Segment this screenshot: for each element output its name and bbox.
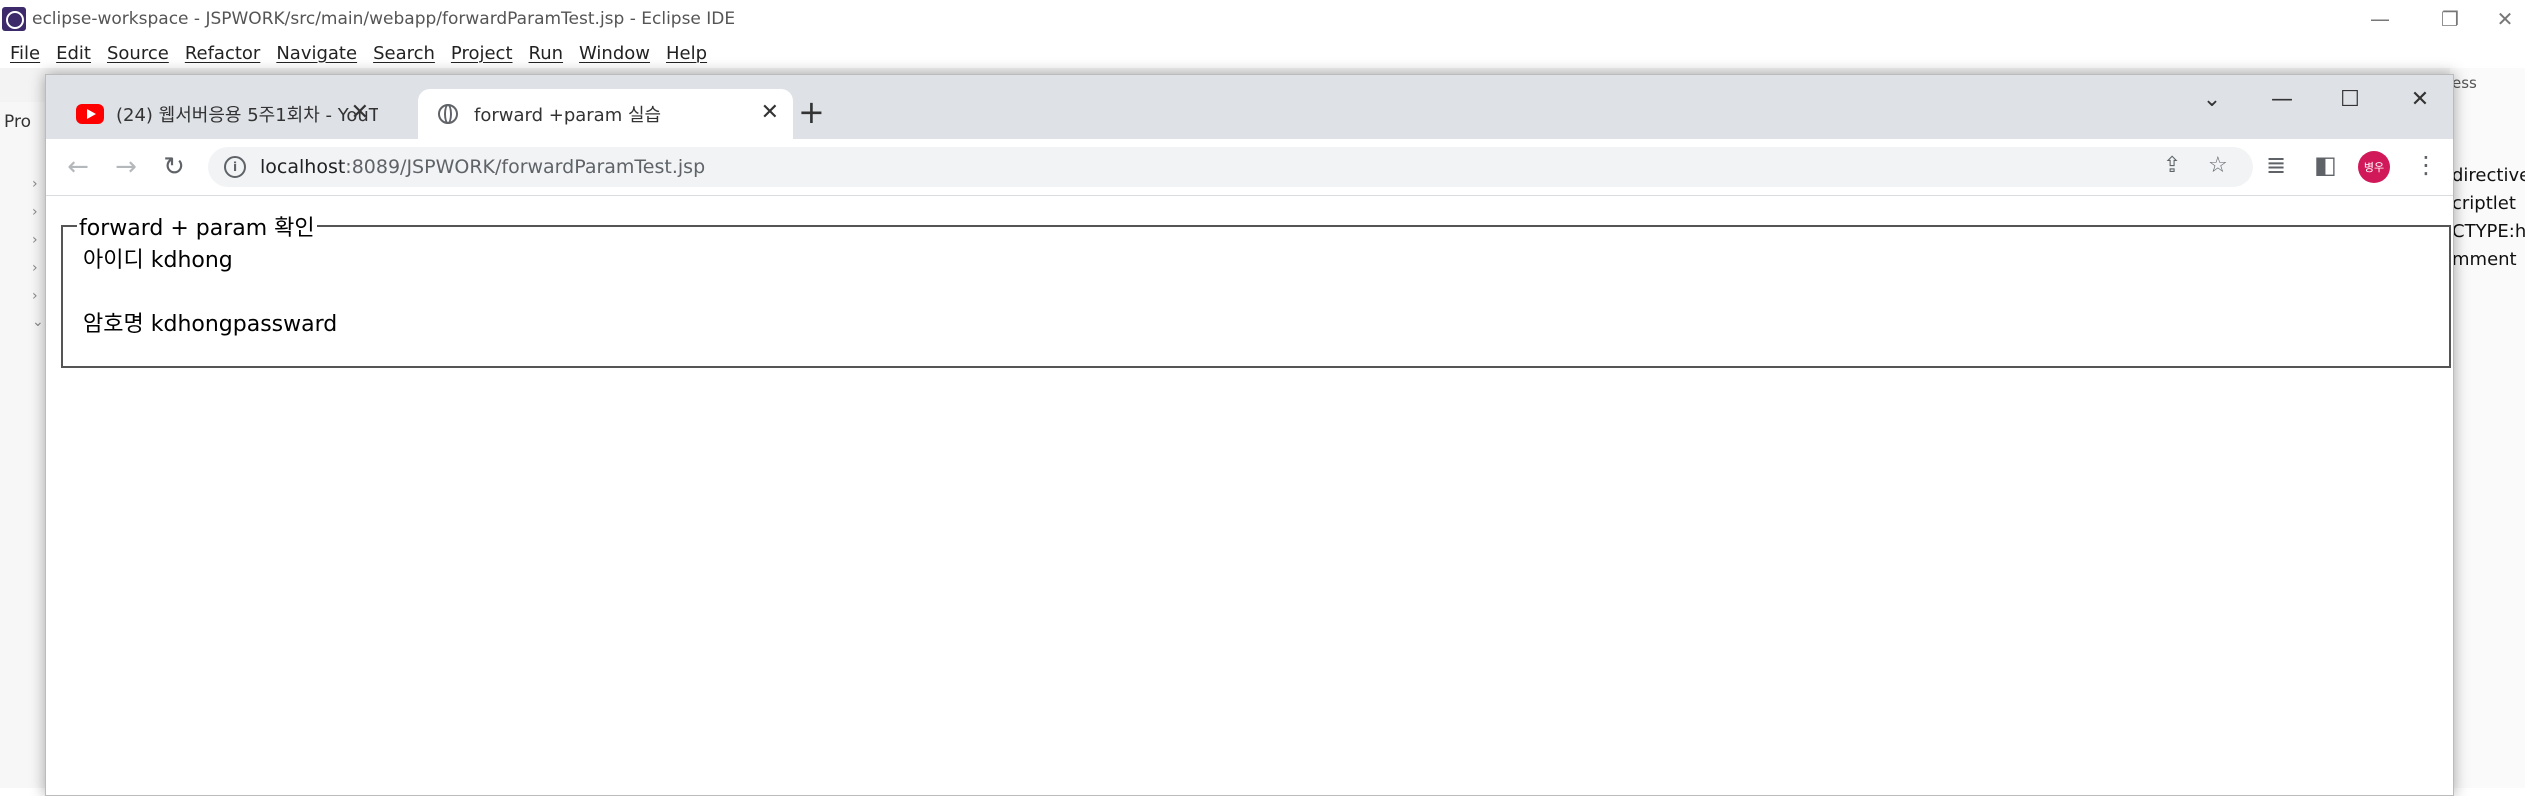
eclipse-icon	[2, 7, 26, 31]
close-tab-icon[interactable]: ✕	[351, 101, 369, 125]
tab-title: (24) 웹서버응용 5주1회차 - YouTube	[116, 105, 378, 126]
id-row: 아이디 kdhong	[83, 246, 2429, 276]
password-value: kdhongpassward	[150, 312, 338, 337]
profile-avatar[interactable]: 병우	[2358, 151, 2390, 183]
outline-item[interactable]: ess	[2452, 74, 2477, 92]
menu-window[interactable]: Window	[579, 43, 650, 64]
eclipse-titlebar: eclipse-workspace - JSPWORK/src/main/web…	[0, 0, 2525, 38]
share-icon[interactable]: ⇪	[2163, 153, 2181, 178]
back-icon[interactable]: ←	[60, 149, 96, 185]
tab-strip: (24) 웹서버응용 5주1회차 - YouTube ✕ forward +pa…	[46, 75, 2453, 139]
url-path: :8089/JSPWORK/forwardParamTest.jsp	[345, 156, 706, 178]
youtube-icon	[76, 104, 104, 124]
url-host: localhost	[260, 156, 346, 178]
outline-item[interactable]: criptlet	[2452, 193, 2516, 214]
reload-icon[interactable]: ↻	[156, 149, 192, 185]
menu-run[interactable]: Run	[529, 43, 564, 64]
minimize-icon[interactable]: —	[2252, 81, 2312, 117]
menu-file[interactable]: File	[10, 43, 40, 64]
forward-icon[interactable]: →	[108, 149, 144, 185]
menu-navigate[interactable]: Navigate	[276, 43, 357, 64]
maximize-icon[interactable]: ☐	[2320, 81, 2380, 117]
tree-collapse-icon[interactable]: ⌄	[32, 314, 44, 330]
password-row: 암호명 kdhongpassward	[83, 310, 2429, 340]
eclipse-minimize-icon[interactable]: —	[2345, 0, 2415, 38]
tree-expand-icon[interactable]: ›	[32, 232, 38, 248]
fieldset-legend: forward + param 확인	[79, 216, 315, 241]
tab-forward-param[interactable]: forward +param 실습 ✕	[418, 89, 793, 139]
address-bar[interactable]: i localhost:8089/JSPWORK/forwardParamTes…	[208, 147, 2253, 187]
tab-title: forward +param 실습	[474, 105, 662, 126]
close-tab-icon[interactable]: ✕	[761, 101, 779, 125]
outline-item[interactable]: CTYPE:htm	[2452, 221, 2525, 242]
reading-list-icon[interactable]: ≣	[2266, 151, 2286, 179]
menu-search[interactable]: Search	[373, 43, 435, 64]
page-content: forward + param 확인 아이디 kdhong 암호명 kdhong…	[46, 196, 2453, 795]
tab-youtube[interactable]: (24) 웹서버응용 5주1회차 - YouTube ✕	[64, 89, 459, 139]
menu-project[interactable]: Project	[451, 43, 513, 64]
project-explorer-label[interactable]: Pro	[4, 112, 31, 132]
menu-source[interactable]: Source	[107, 43, 169, 64]
outline-item[interactable]: mment	[2452, 249, 2517, 270]
tree-expand-icon[interactable]: ›	[32, 204, 38, 220]
close-window-icon[interactable]: ✕	[2390, 81, 2450, 117]
tree-expand-icon[interactable]: ›	[32, 176, 38, 192]
tree-expand-icon[interactable]: ›	[32, 260, 38, 276]
browser-toolbar: ← → ↻ i localhost:8089/JSPWORK/forwardPa…	[46, 139, 2453, 196]
outline-item[interactable]: directive.p	[2452, 165, 2525, 186]
param-fieldset: forward + param 확인 아이디 kdhong 암호명 kdhong…	[61, 210, 2451, 368]
id-label: 아이디	[83, 248, 144, 273]
new-tab-button[interactable]: +	[798, 96, 825, 128]
side-panel-icon[interactable]: ◧	[2314, 151, 2337, 179]
eclipse-close-icon[interactable]: ✕	[2470, 0, 2525, 38]
eclipse-project-explorer: › › › › › ⌄	[0, 102, 45, 788]
id-value: kdhong	[150, 248, 233, 273]
tree-expand-icon[interactable]: ›	[32, 288, 38, 304]
menu-refactor[interactable]: Refactor	[185, 43, 261, 64]
more-menu-icon[interactable]: ⋮	[2414, 151, 2438, 179]
eclipse-menubar: File Edit Source Refactor Navigate Searc…	[0, 38, 2525, 68]
info-icon[interactable]: i	[224, 156, 246, 178]
menu-help[interactable]: Help	[666, 43, 707, 64]
menu-edit[interactable]: Edit	[56, 43, 91, 64]
tab-search-icon[interactable]: ⌄	[2182, 81, 2242, 117]
globe-icon	[438, 104, 458, 124]
bookmark-star-icon[interactable]: ☆	[2208, 153, 2228, 178]
browser-window: (24) 웹서버응용 5주1회차 - YouTube ✕ forward +pa…	[45, 74, 2454, 796]
password-label: 암호명	[83, 312, 144, 337]
eclipse-window-title: eclipse-workspace - JSPWORK/src/main/web…	[32, 9, 736, 29]
